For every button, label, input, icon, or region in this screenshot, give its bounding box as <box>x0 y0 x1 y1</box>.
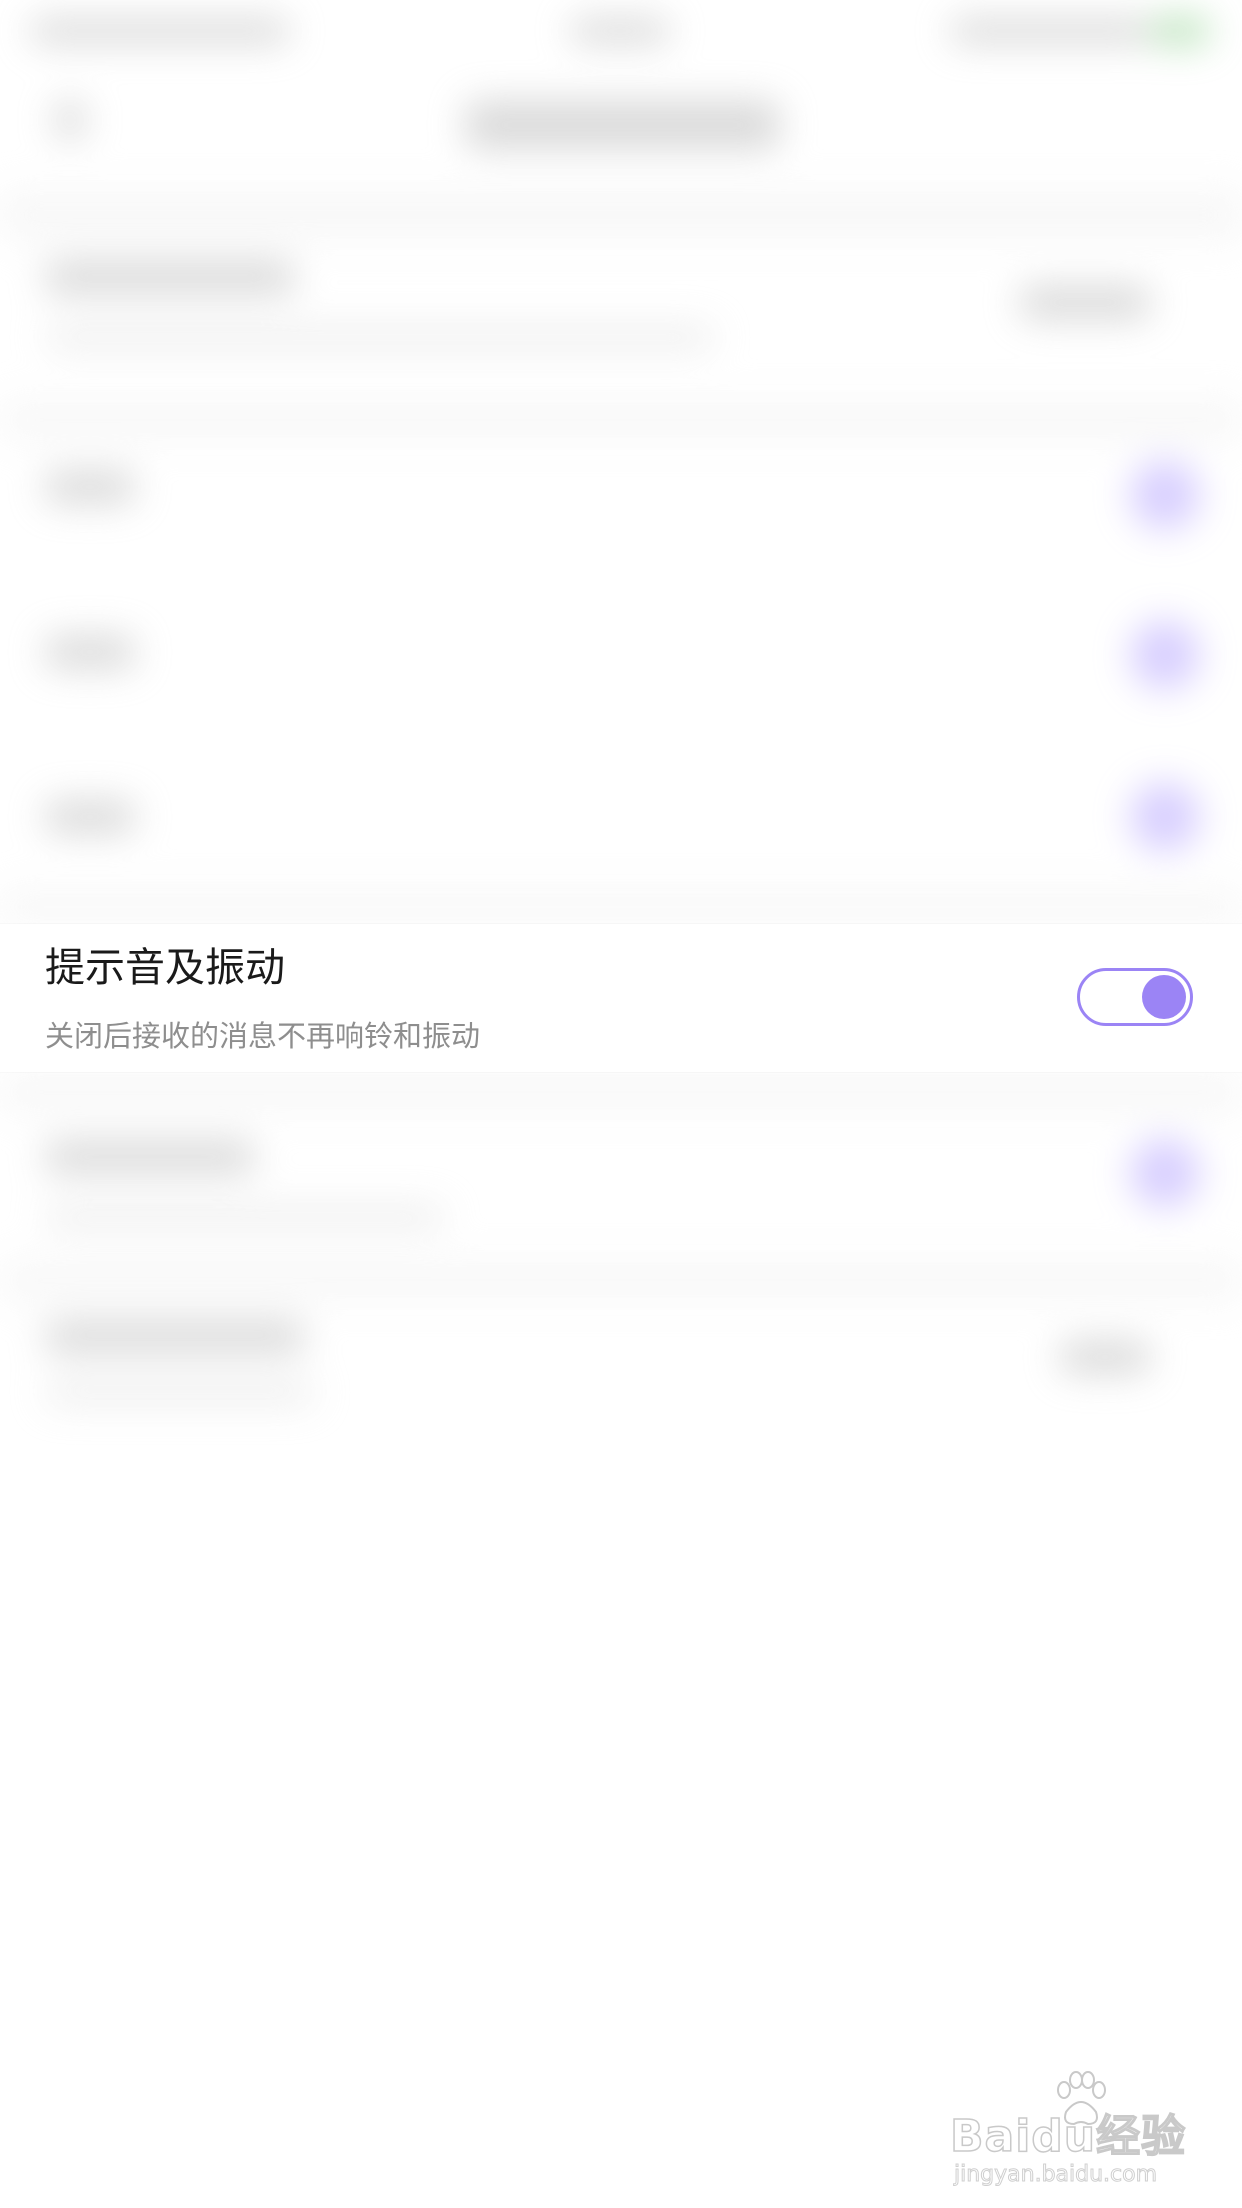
watermark-brand: Baidu经验 <box>949 2110 1187 2163</box>
baidu-watermark: Baidu经验 jingyan.baidu.com <box>949 2070 1190 2188</box>
baidu-paw-icon <box>1057 2071 1106 2126</box>
sound-vibration-toggle[interactable] <box>1077 968 1193 1026</box>
watermark-url: jingyan.baidu.com <box>953 2162 1158 2188</box>
setting-subtitle: 关闭后接收的消息不再响铃和振动 <box>45 1019 481 1053</box>
setting-title: 提示音及振动 <box>45 945 285 991</box>
sound-vibration-setting-row[interactable]: 提示音及振动 关闭后接收的消息不再响铃和振动 <box>0 924 1242 1072</box>
blurred-background <box>0 0 1242 2208</box>
toggle-knob <box>1142 975 1186 1019</box>
